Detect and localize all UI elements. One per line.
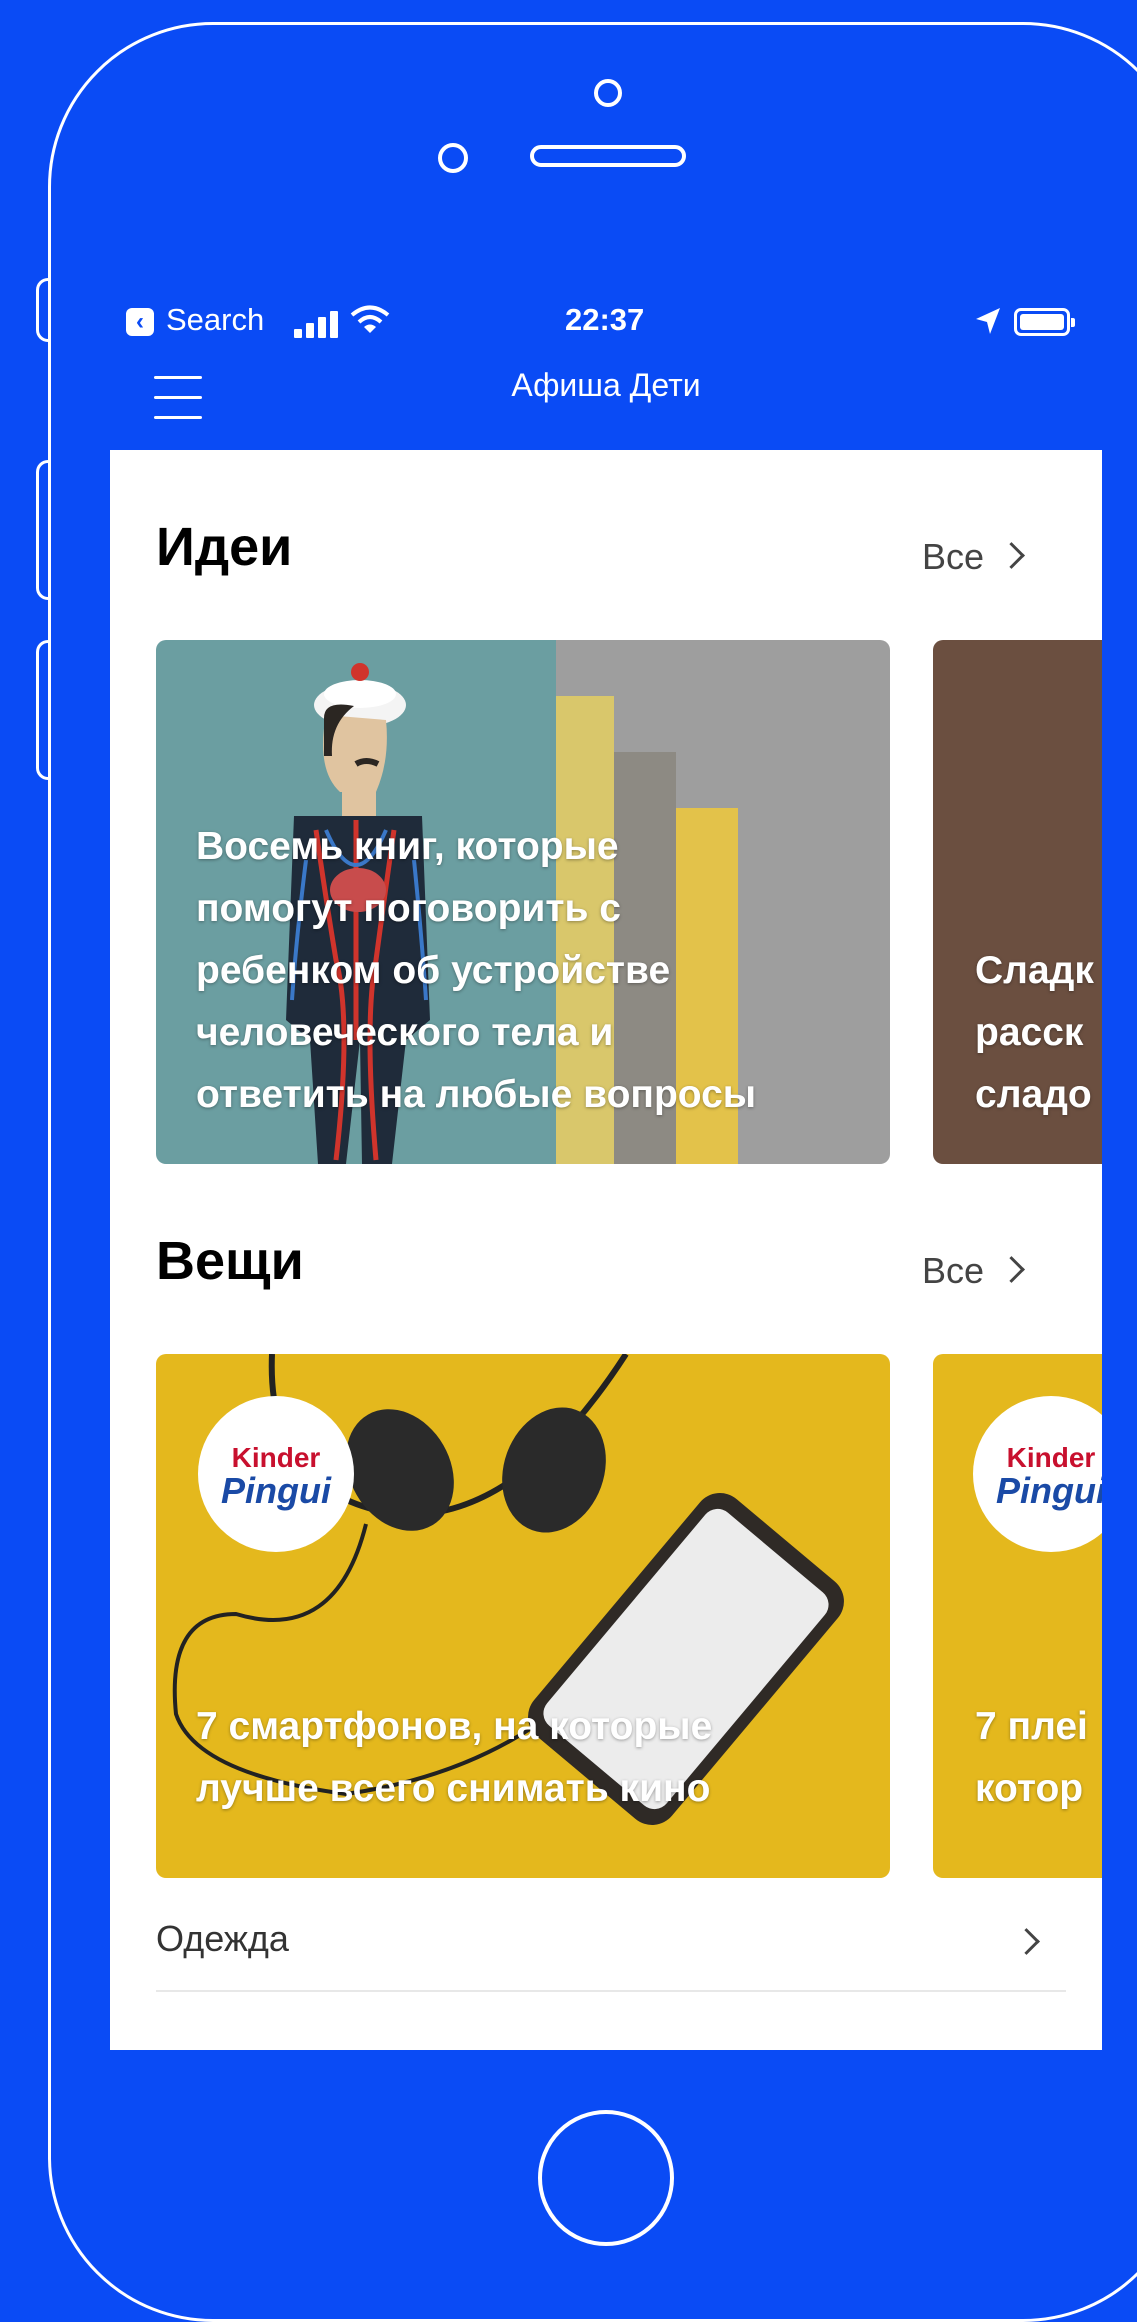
front-camera — [594, 79, 622, 107]
chevron-right-icon — [998, 1256, 1025, 1283]
see-all-label: Все — [922, 536, 985, 577]
location-arrow-icon — [976, 308, 1000, 334]
wifi-icon — [350, 305, 390, 333]
see-all-ideas-link[interactable]: Все — [922, 536, 1025, 578]
idea-card[interactable]: Сладк расск сладо — [933, 640, 1102, 1164]
brand-logo: Kinder Pingui — [198, 1396, 354, 1552]
volume-down-button — [36, 640, 50, 780]
chevron-right-icon — [998, 542, 1025, 569]
category-row-clothing[interactable]: Одежда — [156, 1910, 1066, 1992]
earpiece-speaker — [530, 145, 686, 167]
card-headline: 7 плеі котор — [975, 1705, 1088, 1810]
proximity-sensor — [438, 143, 468, 173]
cellular-signal-icon — [294, 310, 340, 338]
card-headline: 7 смартфонов, на которые лучше всего сни… — [196, 1705, 713, 1810]
section-title-things: Вещи — [156, 1231, 304, 1291]
clock: 22:37 — [565, 302, 645, 337]
battery-icon — [1014, 308, 1075, 336]
see-all-label: Все — [922, 1250, 985, 1291]
idea-card[interactable]: Восемь книг, которые помогут поговорить … — [156, 640, 890, 1164]
status-bar: ‹ Search 22:37 — [110, 290, 1102, 350]
back-to-app-label[interactable]: Search — [166, 302, 264, 338]
product-card[interactable]: Kinder Pingui 7 смартфонов, на которые л… — [156, 1354, 890, 1878]
chevron-right-icon — [1013, 1928, 1040, 1955]
app-title: Афиша Дети — [511, 367, 701, 403]
home-button[interactable] — [538, 2110, 674, 2246]
back-to-app-icon[interactable]: ‹ — [126, 308, 154, 336]
card-headline: Восемь книг, которые помогут поговорить … — [196, 825, 757, 1116]
see-all-things-link[interactable]: Все — [922, 1250, 1025, 1292]
phone-screen: ‹ Search 22:37 Афиша Дети Идеи Все Восем… — [110, 290, 1102, 2050]
brand-logo: Kinder Pingui — [973, 1396, 1102, 1552]
volume-up-button — [36, 460, 50, 600]
mute-switch — [36, 278, 50, 342]
card-headline: Сладк расск сладо — [975, 949, 1094, 1116]
category-label: Одежда — [156, 1918, 289, 1959]
navigation-bar: Афиша Дети — [110, 350, 1102, 450]
product-card[interactable]: Kinder Pingui 7 плеі котор — [933, 1354, 1102, 1878]
section-title-ideas: Идеи — [156, 517, 293, 577]
